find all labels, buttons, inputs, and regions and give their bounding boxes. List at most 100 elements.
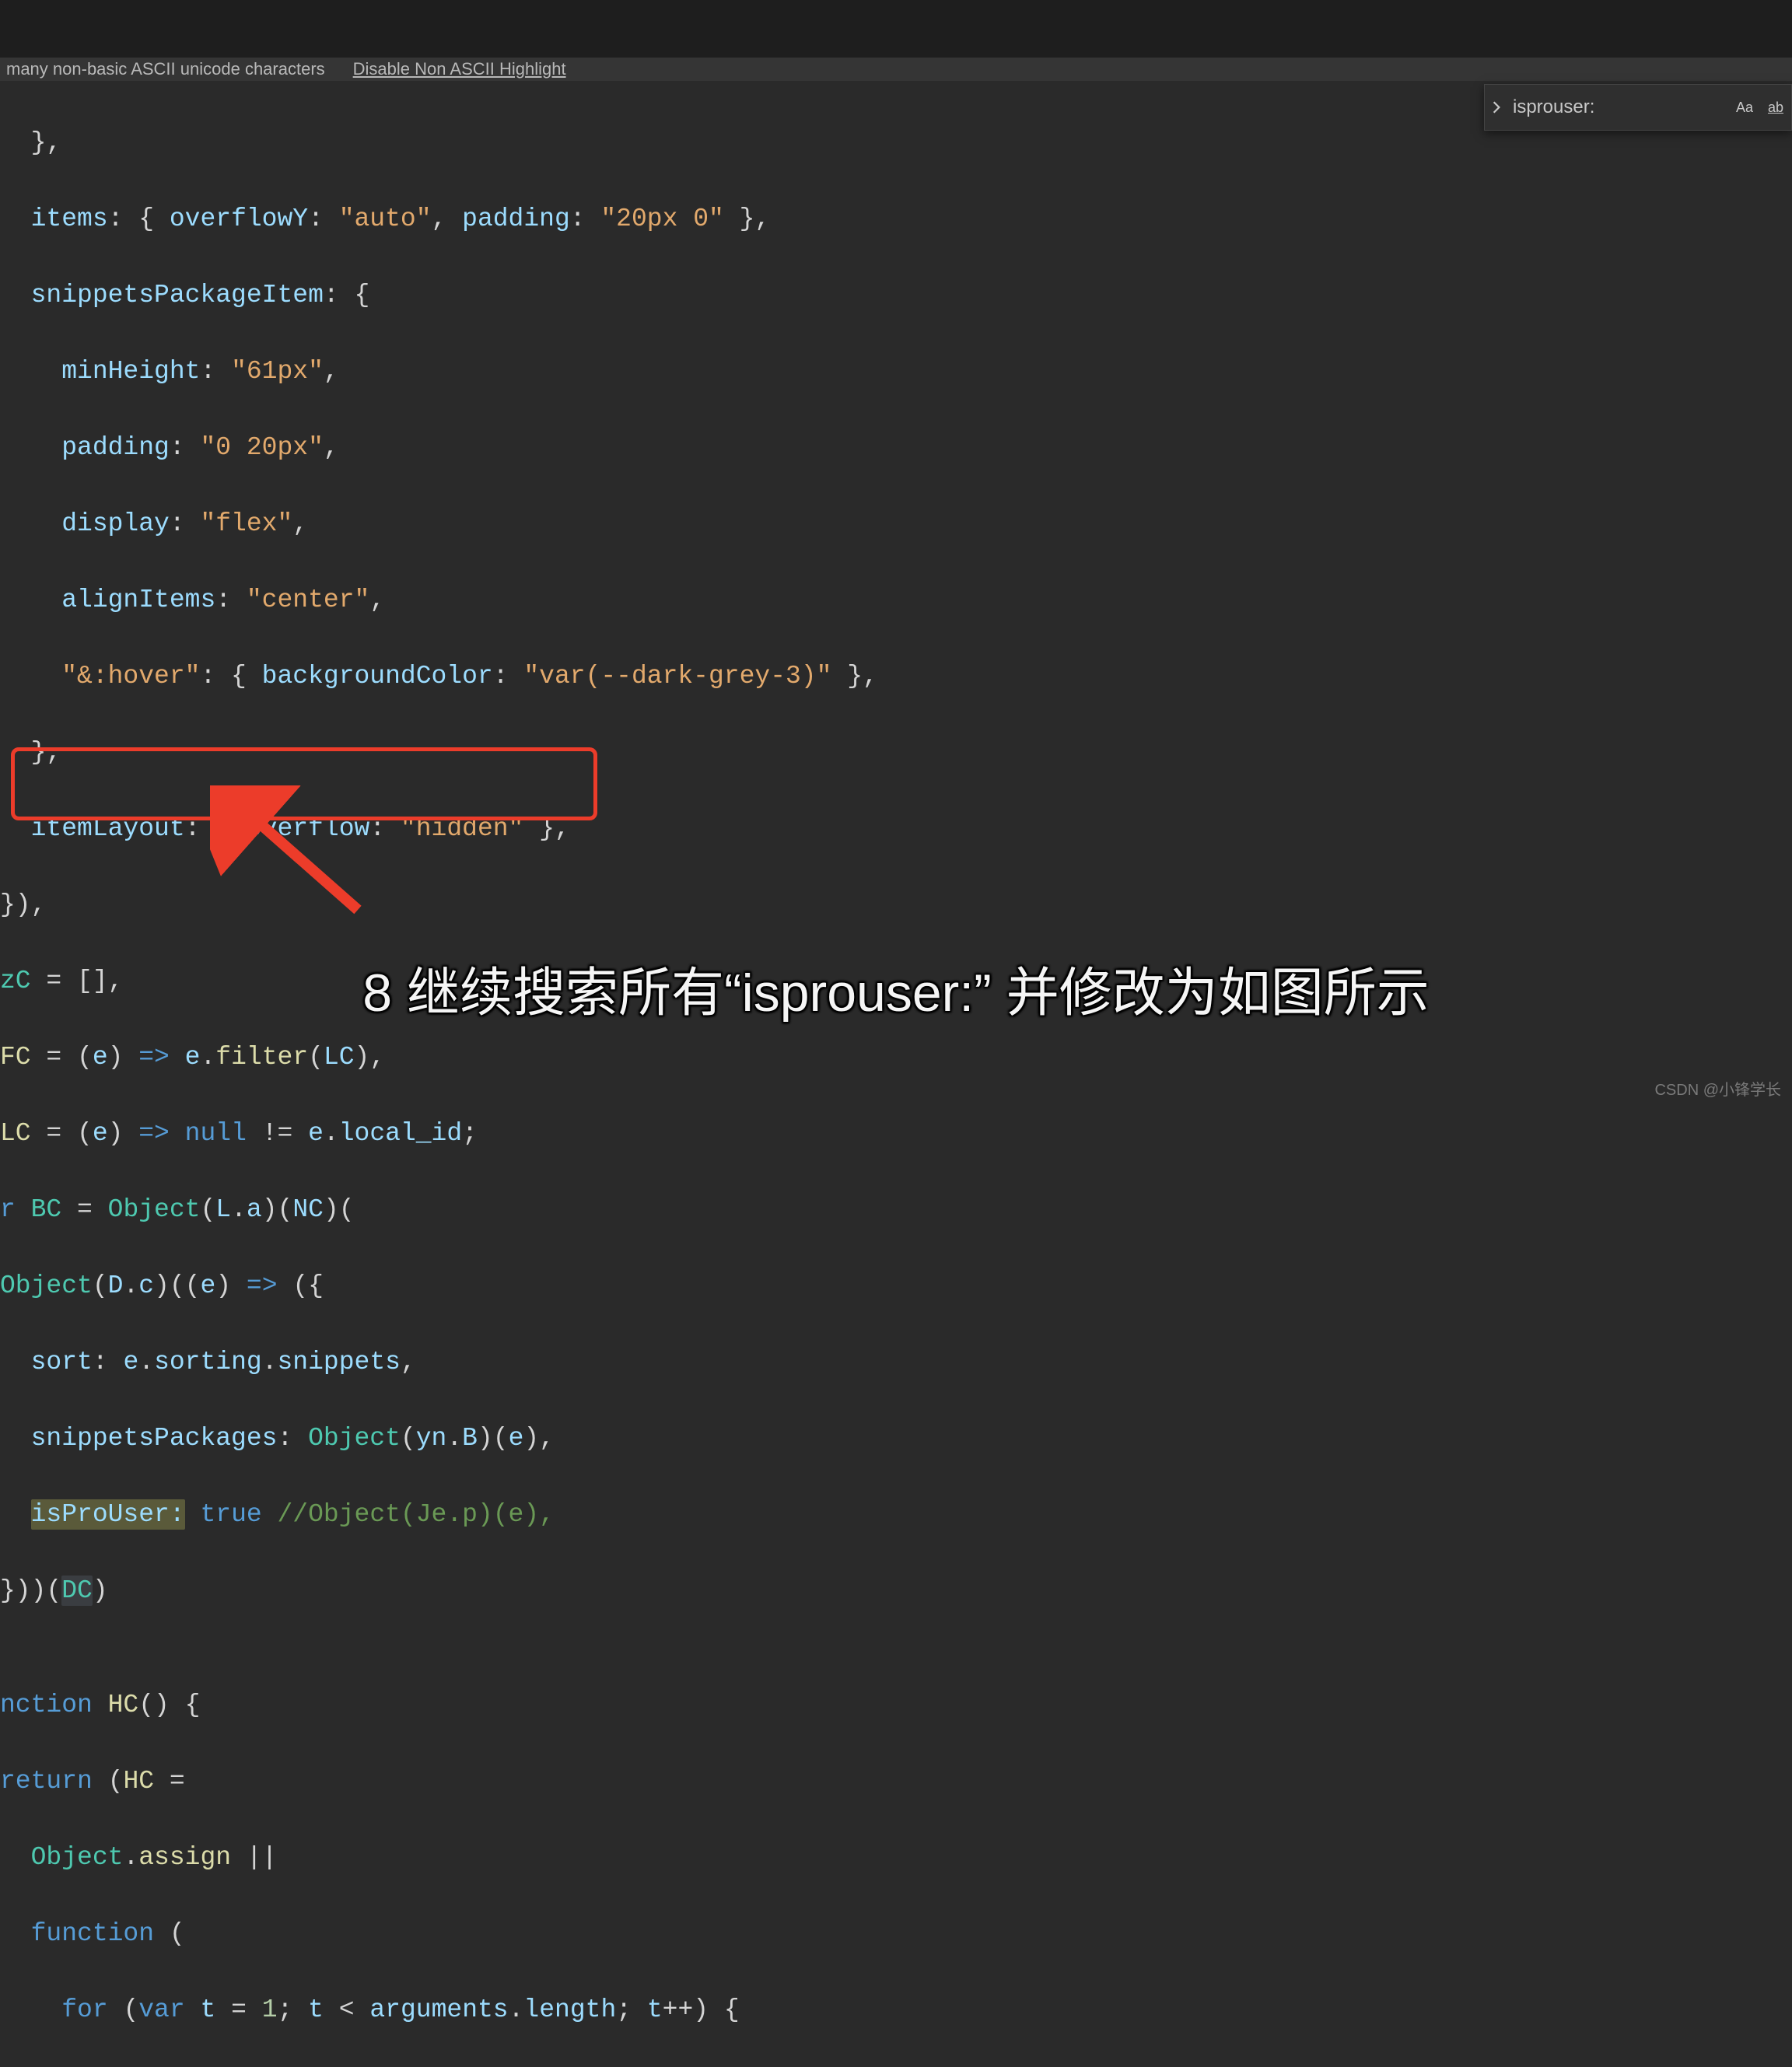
code: "auto" [339, 205, 432, 233]
code: 1 [262, 1995, 278, 2024]
code [0, 586, 61, 614]
code: = [154, 1767, 185, 1796]
code: local_id [339, 1119, 462, 1148]
watermark: CSDN @小锋学长 [1654, 1077, 1781, 1100]
code: : [170, 433, 201, 462]
code: }, [0, 738, 61, 767]
code: arguments [369, 1995, 508, 2024]
code: }, [724, 205, 770, 233]
code: "center" [247, 586, 369, 614]
code [0, 1424, 31, 1453]
code: HC [108, 1691, 139, 1719]
code: t [647, 1995, 663, 2024]
code: e [93, 1119, 108, 1148]
code: ( [93, 1767, 124, 1796]
code: ), [523, 1424, 555, 1453]
code: => [138, 1119, 170, 1148]
code: LC [0, 1119, 31, 1148]
code: => [138, 1043, 170, 1072]
code: Object [108, 1195, 201, 1224]
code: ++) { [663, 1995, 740, 2024]
code: = ( [31, 1119, 93, 1148]
code: padding [61, 433, 170, 462]
code: = [215, 1995, 261, 2024]
code: r [0, 1195, 31, 1224]
code: e [509, 1424, 524, 1453]
code: ; [278, 1995, 309, 2024]
code: for [61, 1995, 107, 2024]
code: "hidden" [401, 814, 523, 843]
code: t [308, 1995, 324, 2024]
code: . [262, 1348, 278, 1376]
code: a [247, 1195, 262, 1224]
code: Object [31, 1843, 124, 1872]
code: : [308, 205, 339, 233]
code: display [61, 509, 170, 538]
code: = [61, 1195, 107, 1224]
code: : { [324, 281, 369, 310]
code: ({ [278, 1271, 324, 1300]
code: e [123, 1348, 138, 1376]
code: : [93, 1348, 124, 1376]
code: : { [185, 814, 247, 843]
code [185, 1995, 201, 2024]
code: : [277, 1424, 308, 1453]
find-widget[interactable]: isprouser: Aa ab [1484, 84, 1792, 131]
code: e [308, 1119, 324, 1148]
code: backgroundColor [262, 662, 493, 691]
code: . [231, 1195, 247, 1224]
code: "&:hover" [61, 662, 200, 691]
code: : [493, 662, 524, 691]
code: var [138, 1995, 184, 2024]
code: ( [154, 1919, 185, 1948]
code: . [509, 1995, 524, 2024]
find-expand-toggle[interactable] [1485, 85, 1508, 130]
code [0, 1348, 31, 1376]
code: || [231, 1843, 277, 1872]
code: . [200, 1043, 215, 1072]
code: )(( [154, 1271, 200, 1300]
code: : { [108, 205, 170, 233]
code [262, 1500, 278, 1529]
find-wholeword-toggle[interactable]: ab [1763, 95, 1788, 120]
code: : [570, 205, 601, 233]
code: = ( [31, 1043, 93, 1072]
code: yn [416, 1424, 447, 1453]
code: . [324, 1119, 339, 1148]
code: HC [123, 1767, 154, 1796]
code: ) [108, 1119, 139, 1148]
code: D [108, 1271, 124, 1300]
code: ) [108, 1043, 139, 1072]
code [0, 1843, 31, 1872]
code: ) [215, 1271, 247, 1300]
code: }))( [0, 1576, 61, 1605]
code: assign [138, 1843, 231, 1872]
code: padding [462, 205, 570, 233]
code [0, 509, 61, 538]
code: , [324, 433, 339, 462]
code: }, [523, 814, 569, 843]
code: alignItems [61, 586, 215, 614]
subtitle-text: 8 继续搜索所有“isprouser:” 并修改为如图所示 [0, 950, 1792, 1027]
find-case-toggle[interactable]: Aa [1732, 95, 1757, 120]
code: }), [0, 890, 46, 919]
code: return [0, 1767, 93, 1796]
code: ( [108, 1995, 139, 2024]
code: ( [308, 1043, 324, 1072]
find-input[interactable]: isprouser: [1508, 93, 1729, 122]
chevron-right-icon [1489, 100, 1503, 114]
code: snippetsPackages [31, 1424, 278, 1453]
code [170, 1043, 185, 1072]
disable-highlight-link[interactable]: Disable Non ASCII Highlight [353, 59, 566, 79]
code: c [138, 1271, 154, 1300]
code: DC [61, 1576, 93, 1606]
code [0, 814, 31, 843]
code: )( [262, 1195, 293, 1224]
code: ) [93, 1576, 108, 1605]
code: "0 20px" [200, 433, 323, 462]
code: L [215, 1195, 231, 1224]
code [0, 205, 31, 233]
code: ; [616, 1995, 647, 2024]
code: ; [462, 1119, 478, 1148]
code: NC [292, 1195, 324, 1224]
